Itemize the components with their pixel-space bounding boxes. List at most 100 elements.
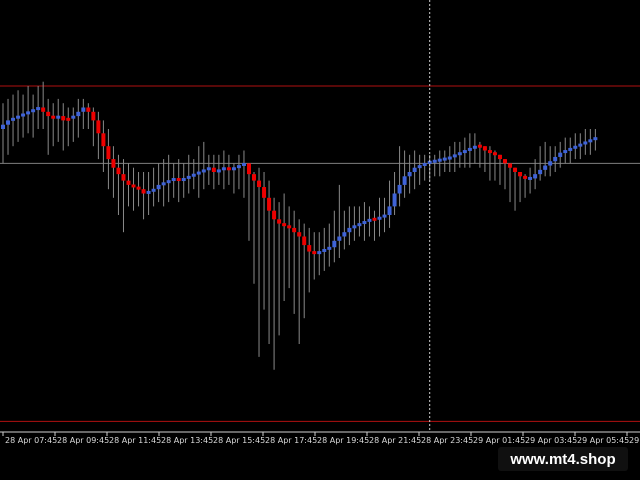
time-axis-label: 28 Apr 09:45 (57, 436, 109, 445)
time-axis-label: 28 Apr 13:45 (161, 436, 213, 445)
bullish-candle (236, 165, 241, 169)
bullish-candle (437, 158, 442, 162)
bullish-candle (31, 109, 36, 113)
bullish-candle (417, 165, 422, 169)
bullish-candle (558, 152, 563, 157)
bullish-candle (407, 172, 412, 177)
bearish-candle (497, 154, 502, 160)
bearish-candle (307, 245, 312, 252)
bearish-candle (176, 178, 181, 182)
bullish-candle (322, 248, 327, 252)
bullish-candle (367, 218, 372, 222)
bearish-candle (86, 107, 91, 112)
candlestick-chart[interactable]: 28 Apr 07:45 28 Apr 09:45 28 Apr 11:45 28 A… (0, 0, 640, 480)
bullish-candle (422, 162, 427, 166)
bullish-candle (432, 159, 437, 163)
bearish-candle (211, 167, 216, 172)
bullish-candle (81, 107, 86, 112)
time-axis-label: 29 Apr 01:45 (473, 436, 525, 445)
bearish-candle (126, 180, 131, 185)
bearish-candle (106, 146, 111, 160)
time-axis-label: 28 Apr 07:45 (5, 436, 57, 445)
bullish-candle (593, 137, 598, 141)
bearish-candle (246, 163, 251, 175)
bullish-candle (467, 147, 472, 151)
bearish-candle (111, 159, 116, 168)
time-axis-label: 29 Apr 03:45 (525, 436, 577, 445)
bullish-candle (161, 182, 166, 186)
bullish-candle (573, 145, 578, 149)
bearish-candle (508, 163, 513, 168)
bearish-candle (101, 133, 106, 147)
bearish-candle (252, 174, 256, 181)
time-axis-label: 28 Apr 17:45 (265, 436, 317, 445)
bearish-candle (518, 172, 523, 177)
bearish-candle (513, 167, 518, 172)
bullish-candle (166, 180, 171, 184)
bullish-candle (528, 176, 533, 180)
bearish-candle (477, 144, 482, 148)
bullish-candle (583, 141, 588, 145)
bearish-candle (131, 184, 136, 188)
bullish-candle (317, 251, 322, 255)
bullish-candle (76, 111, 81, 117)
bearish-candle (312, 251, 317, 255)
bullish-candle (568, 147, 573, 151)
bullish-candle (588, 139, 593, 143)
bullish-candle (538, 169, 543, 175)
bullish-candle (11, 117, 16, 121)
bullish-candle (181, 178, 186, 182)
bearish-candle (66, 117, 71, 121)
bearish-candle (282, 223, 287, 227)
bullish-candle (347, 227, 352, 233)
bullish-candle (327, 246, 332, 250)
bearish-candle (96, 120, 101, 134)
bullish-candle (543, 165, 548, 170)
bullish-candle (216, 169, 221, 173)
bearish-candle (492, 152, 497, 156)
price-chart[interactable]: 28 Apr 07:45 28 Apr 09:45 28 Apr 11:45 28 A… (0, 0, 640, 480)
bullish-candle (36, 107, 41, 111)
bearish-candle (257, 180, 262, 188)
bullish-candle (206, 167, 211, 171)
bullish-candle (186, 175, 191, 179)
bullish-candle (196, 171, 201, 175)
bearish-candle (272, 210, 277, 220)
bullish-candle (21, 113, 26, 117)
bullish-candle (442, 157, 447, 161)
bullish-candle (56, 115, 61, 119)
bullish-candle (71, 115, 76, 119)
bullish-candle (563, 150, 568, 154)
bullish-candle (457, 152, 462, 156)
bearish-candle (46, 111, 51, 117)
bullish-candle (191, 173, 196, 177)
bullish-candle (171, 178, 176, 182)
time-axis-label: 29 Apr 05:45 (577, 436, 629, 445)
bullish-candle (412, 167, 417, 172)
bullish-candle (447, 156, 452, 160)
bullish-candle (221, 167, 226, 171)
time-axis-label: 28 Apr 11:45 (109, 436, 161, 445)
bearish-candle (292, 227, 297, 233)
bullish-candle (452, 154, 457, 158)
bullish-candle (146, 190, 151, 194)
bullish-candle (387, 206, 392, 215)
bullish-candle (6, 120, 11, 125)
bearish-candle (121, 174, 126, 181)
bearish-candle (141, 189, 146, 194)
bearish-candle (262, 187, 267, 198)
bullish-candle (26, 111, 31, 115)
bullish-candle (151, 188, 156, 192)
bearish-candle (136, 186, 141, 190)
bearish-candle (226, 167, 231, 171)
bullish-candle (392, 193, 397, 207)
bullish-candle (201, 169, 206, 173)
bullish-candle (357, 223, 362, 227)
bearish-candle (487, 150, 492, 154)
bullish-candle (342, 232, 347, 237)
bullish-candle (377, 216, 382, 220)
bullish-candle (337, 236, 342, 241)
bullish-candle (332, 240, 337, 248)
bullish-candle (231, 167, 236, 171)
bullish-candle (553, 156, 558, 162)
